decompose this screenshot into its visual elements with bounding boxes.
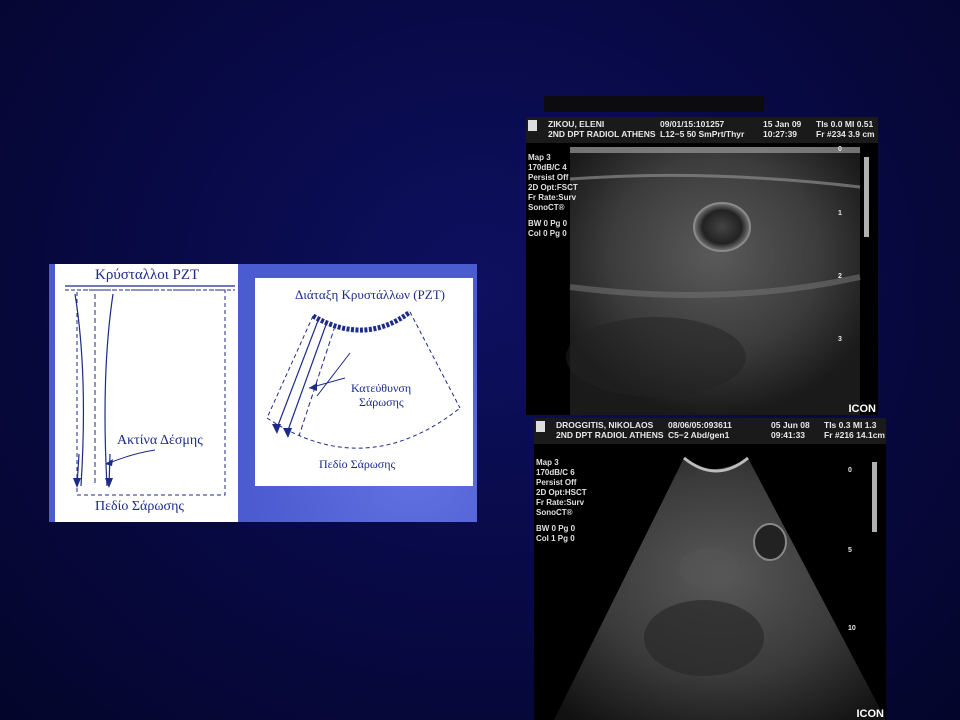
tis-mi-readout: TIs 0.0 MI 0.51 bbox=[816, 119, 873, 129]
exam-id: 08/06/05:093611 bbox=[668, 420, 732, 430]
department: 2ND DPT RADIOL ATHENS bbox=[548, 129, 656, 139]
exam-time: 10:27:39 bbox=[763, 129, 798, 139]
brand-logo: ICON bbox=[856, 708, 885, 720]
mi-value: 0.51 bbox=[856, 119, 874, 129]
sector-field-label: Πεδίο Σάρωσης bbox=[319, 457, 395, 471]
menu-item: 170dB/C 4 bbox=[528, 163, 567, 172]
transducer-diagram-panel: Κρύσταλλοι PZT Ακτίνα Δέσμης Πεδίο Σάρωσ… bbox=[49, 264, 477, 522]
menu-item: BW 0 Pg 0 bbox=[528, 219, 568, 228]
menu-item: Col 0 Pg 0 bbox=[528, 229, 567, 238]
linear-array-diagram: Κρύσταλλοι PZT Ακτίνα Δέσμης Πεδίο Σάρωσ… bbox=[55, 264, 238, 522]
settings-menu: Map 3 170dB/C 6 Persist Off 2D Opt:HSCT … bbox=[536, 458, 587, 544]
linear-field-label: Πεδίο Σάρωσης bbox=[95, 499, 184, 514]
black-label-strip bbox=[544, 96, 764, 112]
scale-mark: 2 bbox=[838, 273, 842, 280]
mi-label: MI bbox=[852, 420, 863, 430]
menu-item: SonoCT® bbox=[536, 508, 573, 517]
scale-mark: 10 bbox=[848, 625, 856, 632]
mi-label: MI bbox=[844, 119, 855, 129]
frame-depth: Fr #234 3.9 cm bbox=[816, 129, 875, 139]
patient-name: DROGGITIS, NIKOLAOS bbox=[556, 420, 654, 430]
exam-date: 05 Jun 08 bbox=[771, 420, 810, 430]
ultrasound-abdominal-image: DROGGITIS, NIKOLAOS 2ND DPT RADIOL ATHEN… bbox=[534, 418, 886, 720]
sector-array-diagram: Διάταξη Κρυστάλλων (PZT) Κατεύθυνση Σάρω… bbox=[255, 278, 473, 486]
menu-item: Persist Off bbox=[528, 173, 569, 182]
linear-title: Κρύσταλλοι PZT bbox=[95, 267, 199, 283]
tis-mi-readout: TIs 0.3 MI 1.3 bbox=[824, 420, 877, 430]
frame-number: Fr #216 bbox=[824, 430, 854, 440]
tis-label: TIs bbox=[816, 119, 829, 129]
exam-time: 09:41:33 bbox=[771, 430, 806, 440]
menu-item: Map 3 bbox=[528, 153, 551, 162]
menu-item: 2D Opt:FSCT bbox=[528, 183, 578, 192]
tis-label: TIs bbox=[824, 420, 837, 430]
probe-icon bbox=[528, 120, 537, 131]
scale-mark: 1 bbox=[838, 210, 842, 217]
depth: 14.1cm bbox=[856, 430, 885, 440]
scale-mark: 3 bbox=[838, 336, 842, 343]
menu-item: Fr Rate:Surv bbox=[528, 193, 577, 202]
direction-label-line1: Κατεύθυνση bbox=[351, 381, 411, 395]
menu-item: Col 1 Pg 0 bbox=[536, 534, 575, 543]
sector-title: Διάταξη Κρυστάλλων (PZT) bbox=[295, 287, 445, 302]
tis-value: 0.3 bbox=[838, 420, 851, 430]
ultrasound-thyroid-image: ZIKOU, ELENI 2ND DPT RADIOL ATHENS 09/01… bbox=[526, 117, 878, 415]
mi-value: 1.3 bbox=[864, 420, 877, 430]
frame-number: Fr #234 bbox=[816, 129, 846, 139]
exam-id: 09/01/15:101257 bbox=[660, 119, 725, 129]
probe-setting: L12−5 50 SmPrt/Thyr bbox=[660, 129, 745, 139]
probe-setting: C5−2 Abd/gen1 bbox=[668, 430, 730, 440]
depth: 3.9 cm bbox=[848, 129, 875, 139]
exam-date: 15 Jan 09 bbox=[763, 119, 802, 129]
menu-item: Map 3 bbox=[536, 458, 559, 467]
probe-icon bbox=[536, 421, 545, 432]
direction-label-line2: Σάρωσης bbox=[359, 395, 404, 409]
frame-depth: Fr #216 14.1cm bbox=[824, 430, 885, 440]
menu-item: 2D Opt:HSCT bbox=[536, 488, 587, 497]
scale-mark: 0 bbox=[848, 467, 852, 474]
brand-logo: ICON bbox=[848, 403, 877, 415]
department: 2ND DPT RADIOL ATHENS bbox=[556, 430, 664, 440]
tis-value: 0.0 bbox=[830, 119, 843, 129]
scale-mark: 0 bbox=[838, 146, 842, 153]
menu-item: SonoCT® bbox=[528, 203, 565, 212]
scale-mark: 5 bbox=[848, 547, 852, 554]
menu-item: 170dB/C 6 bbox=[536, 468, 575, 477]
beam-label: Ακτίνα Δέσμης bbox=[117, 433, 203, 448]
menu-item: Persist Off bbox=[536, 478, 577, 487]
patient-name: ZIKOU, ELENI bbox=[548, 119, 605, 129]
settings-menu: Map 3 170dB/C 4 Persist Off 2D Opt:FSCT … bbox=[528, 153, 578, 239]
menu-item: Fr Rate:Surv bbox=[536, 498, 585, 507]
menu-item: BW 0 Pg 0 bbox=[536, 524, 576, 533]
